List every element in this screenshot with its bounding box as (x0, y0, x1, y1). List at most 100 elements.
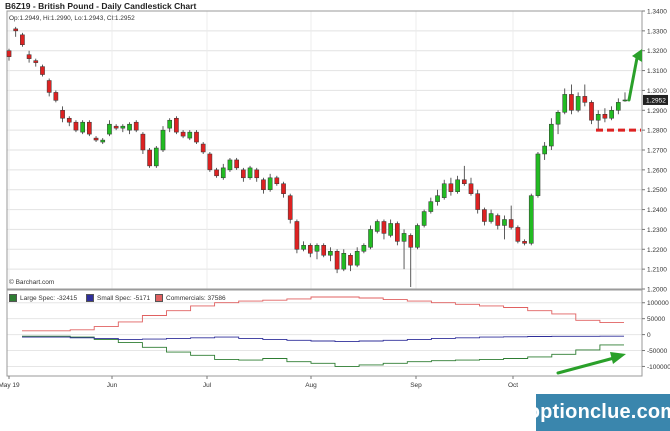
candle-body (408, 235, 414, 248)
candle-body (46, 80, 52, 93)
candle-body (281, 183, 286, 194)
legend-swatch-small-spec (86, 294, 94, 302)
candle-body (381, 221, 387, 234)
candle-body (174, 117, 179, 133)
cot-up-arrow-shaft (556, 356, 616, 375)
candle-body (401, 233, 407, 242)
cot-tick-label: -50000 (647, 348, 668, 355)
candle-body (33, 60, 39, 63)
ohlc-readout: Op:1.2949, Hi:1.2990, Lo:1.2943, Cl:1.29… (9, 15, 135, 22)
price-tick-label: 1.2300 (647, 227, 667, 234)
candle-body (374, 221, 380, 232)
candle-body (133, 121, 139, 131)
price-tick-label: 1.2000 (647, 287, 667, 294)
cot-tick-label: 50000 (647, 316, 665, 323)
candle-body (80, 121, 85, 133)
price-tick-label: 1.3300 (647, 28, 667, 35)
candle-body (615, 102, 621, 111)
price-tick-label: 1.2200 (647, 247, 667, 254)
legend-commercials: Commercials: 37586 (155, 294, 226, 302)
candle-body (180, 131, 186, 137)
candle-body (428, 201, 434, 212)
cot-tick-label: -100000 (647, 364, 670, 371)
candle-body (475, 193, 481, 210)
candle-body (435, 195, 440, 202)
candle-body (455, 179, 460, 192)
watermark: optionclue.com (528, 394, 670, 431)
candle-body (13, 28, 19, 32)
candle-body (307, 245, 313, 254)
candle-body (294, 221, 300, 250)
candle-body (542, 145, 547, 155)
candle-body (348, 254, 353, 266)
price-up-arrow-shaft (627, 56, 639, 102)
x-tick-label: Sep (410, 382, 422, 389)
last-price-label: 1.2952 (646, 97, 666, 104)
legend-large-spec: Large Spec: -32415 (9, 294, 77, 302)
candle-body (261, 179, 266, 190)
candle-body (569, 94, 574, 111)
candle-body (160, 129, 166, 151)
candle-body (66, 117, 72, 123)
candle-body (87, 121, 92, 135)
x-tick-label: Jul (203, 382, 212, 389)
candle-body (562, 94, 568, 113)
candle-body (214, 169, 219, 177)
candle-body (254, 169, 260, 179)
candle-body (415, 225, 420, 248)
candle-body (575, 96, 581, 111)
price-tick-label: 1.2400 (647, 207, 667, 214)
candle-body (120, 125, 126, 129)
price-y-axis: 1.3400 1.3300 1.3200 1.3100 1.3000 1.2900 1.28… (642, 9, 668, 294)
candle-body (220, 167, 226, 179)
candle-body (488, 213, 494, 222)
candle-body (20, 34, 25, 46)
candle-body (602, 114, 608, 119)
candle-body (153, 147, 159, 167)
candle-body (622, 99, 628, 102)
candle-body (522, 241, 527, 244)
candle-body (200, 143, 206, 153)
barchart-credit: © Barchart.com (9, 279, 55, 286)
candle-body (461, 179, 467, 185)
candle-body (528, 195, 534, 244)
candle-body (241, 169, 246, 179)
price-tick-label: 1.2700 (647, 148, 667, 155)
candle-body (441, 183, 447, 198)
small-spec-line (22, 335, 624, 343)
candle-body (93, 137, 99, 141)
legend-label-commercials: Commercials: 37586 (166, 294, 226, 302)
price-tick-label: 1.3200 (647, 48, 667, 55)
price-tick-label: 1.2500 (647, 187, 667, 194)
candle-body (334, 251, 340, 270)
candle-body (127, 123, 132, 131)
candle-body (609, 110, 614, 119)
cot-up-arrow-head (610, 352, 626, 364)
candle-body (247, 167, 253, 179)
candle-body (595, 114, 601, 121)
candle-body (321, 245, 327, 256)
candle-body (555, 112, 561, 125)
candle-body (589, 102, 594, 121)
price-tick-label: 1.2900 (647, 108, 667, 115)
candle-body (26, 54, 32, 59)
x-axis: May 19 Jun Jul Aug Sep Oct (0, 376, 518, 389)
candle-body (395, 223, 400, 242)
cot-lines (22, 296, 624, 367)
candle-body (234, 159, 239, 169)
x-tick-label: Jun (107, 382, 118, 389)
candle-body (107, 123, 112, 135)
candle-body (53, 92, 59, 101)
candle-body (468, 183, 474, 194)
candle-body (147, 149, 152, 167)
candle-body (328, 251, 333, 256)
candle-body (227, 159, 233, 171)
x-tick-label: May 19 (0, 382, 20, 389)
candle-body (448, 183, 454, 192)
candle-body (515, 227, 521, 242)
candle-body (274, 177, 280, 185)
candle-body (187, 131, 193, 139)
candle-body (287, 195, 293, 220)
candle-body (314, 245, 320, 252)
candle-body (40, 66, 45, 75)
